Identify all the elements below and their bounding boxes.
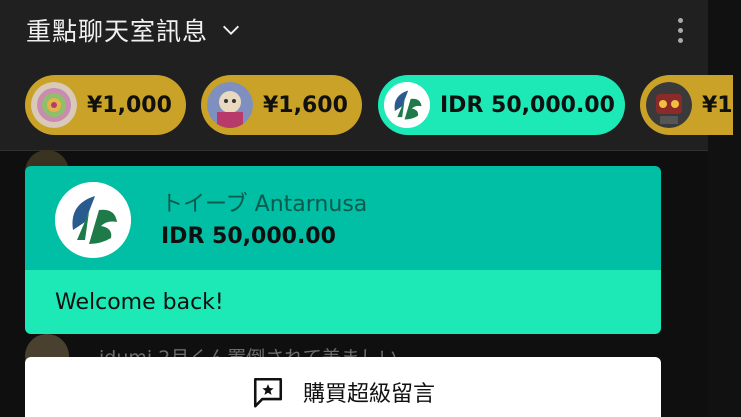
- scrollbar-track[interactable]: [708, 0, 741, 417]
- ticker-chip[interactable]: ¥1,000: [25, 75, 186, 135]
- super-chat-amount: IDR 50,000.00: [161, 224, 336, 249]
- ticker-chip[interactable]: ¥1,: [640, 75, 733, 135]
- super-chat-ticker: ¥1,000 ¥1,600 IDR 50,000.00 ¥1: [25, 75, 733, 135]
- super-chat-card[interactable]: トイーブ Antarnusa IDR 50,000.00 Welcome bac…: [25, 166, 661, 334]
- leaf-logo-avatar: [384, 82, 430, 128]
- super-chat-header: トイーブ Antarnusa IDR 50,000.00: [25, 166, 661, 270]
- ticker-amount: IDR 50,000.00: [440, 92, 615, 118]
- character-avatar: [207, 82, 253, 128]
- ticker-chip-selected[interactable]: IDR 50,000.00: [378, 75, 625, 135]
- buy-button-label: 購買超級留言: [302, 382, 435, 407]
- ticker-amount: ¥1,600: [263, 92, 348, 118]
- author-name[interactable]: トイーブ Antarnusa: [161, 186, 367, 218]
- ticker-amount: ¥1,000: [87, 92, 172, 118]
- mandala-avatar: [31, 82, 77, 128]
- ticker-chip[interactable]: ¥1,600: [201, 75, 362, 135]
- star-comment-icon: [253, 377, 283, 408]
- robot-avatar: [646, 82, 692, 128]
- chat-header: 重點聊天室訊息 ¥1,000 ¥1,600 IDR 50,000.00 ¥1: [0, 0, 733, 151]
- super-chat-message: Welcome back!: [25, 270, 661, 334]
- ticker-amount: ¥1,: [702, 92, 733, 118]
- chat-mode-dropdown[interactable]: 重點聊天室訊息: [26, 10, 242, 50]
- author-avatar[interactable]: [55, 182, 131, 258]
- more-options-icon[interactable]: [668, 13, 692, 47]
- chat-title: 重點聊天室訊息: [26, 17, 209, 46]
- buy-super-chat-button[interactable]: 購買超級留言: [25, 357, 661, 417]
- chevron-down-icon: [223, 25, 239, 35]
- live-chat-panel: 重點聊天室訊息 ¥1,000 ¥1,600 IDR 50,000.00 ¥1 ト…: [0, 0, 741, 417]
